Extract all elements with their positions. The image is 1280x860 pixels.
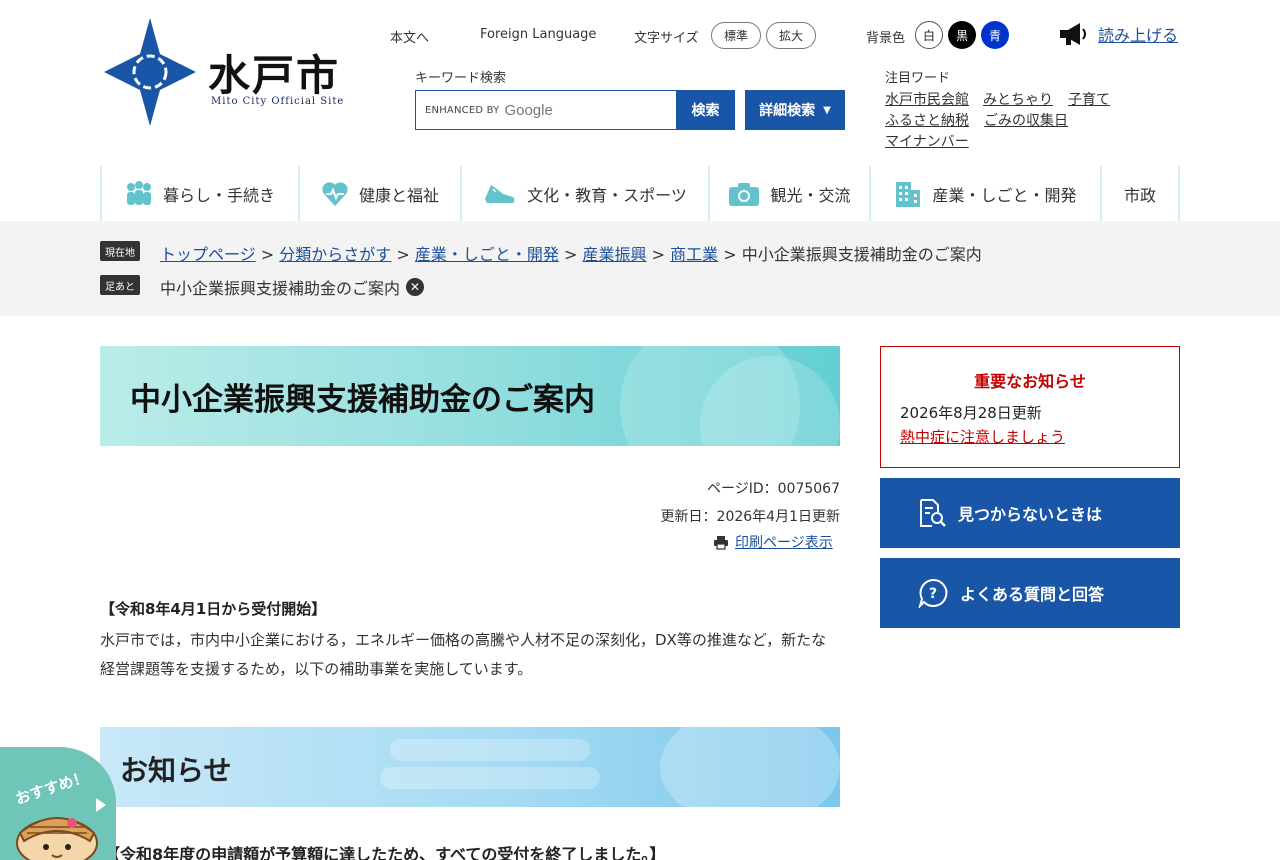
- read-aloud-button[interactable]: 読み上げる: [1058, 21, 1178, 47]
- building-icon: [896, 181, 921, 207]
- keyword-search-label: キーワード検索: [415, 71, 507, 86]
- lead-heading: 【令和8年4月1日から受付開始】: [100, 600, 327, 618]
- faq-label: よくある質問と回答: [960, 585, 1105, 604]
- question-bubble-icon: ?: [918, 578, 948, 608]
- history-tag: 足あと: [100, 275, 140, 295]
- bg-black-button[interactable]: 黒: [948, 21, 976, 49]
- nav-item-city-admin[interactable]: 市政: [1100, 166, 1180, 221]
- caret-down-icon: ▼: [823, 104, 831, 116]
- nav-label: 観光・交流: [770, 185, 851, 205]
- nav-label: 文化・教育・スポーツ: [527, 185, 687, 205]
- notice-section-banner: お知らせ: [100, 727, 840, 807]
- history-item-label[interactable]: 中小企業振興支援補助金のご案内: [160, 275, 400, 299]
- breadcrumb-link[interactable]: 産業振興: [583, 245, 647, 264]
- svg-text:?: ?: [929, 586, 937, 602]
- bg-blue-button[interactable]: 青: [981, 21, 1009, 49]
- faq-button[interactable]: ? よくある質問と回答: [880, 558, 1180, 628]
- not-found-button[interactable]: 見つからないときは: [880, 478, 1180, 548]
- site-subtitle: Mito City Official Site: [211, 96, 345, 107]
- font-size-large-button[interactable]: 拡大: [766, 22, 816, 49]
- focus-word-link[interactable]: 子育て: [1068, 89, 1110, 109]
- breadcrumb-current: 中小企業振興支援補助金のご案内: [741, 245, 982, 264]
- bg-white-button[interactable]: 白: [915, 21, 943, 49]
- search-enhanced-label: ENHANCED BY: [425, 104, 500, 116]
- nav-item-tourism[interactable]: 観光・交流: [708, 166, 869, 221]
- focus-word-link[interactable]: マイナンバー: [885, 131, 969, 151]
- focus-words-label: 注目ワード: [885, 71, 951, 86]
- nav-item-culture[interactable]: 文化・教育・スポーツ: [460, 166, 708, 221]
- people-icon: [126, 180, 151, 205]
- mascot-icon: [16, 817, 98, 860]
- breadcrumb-link[interactable]: 分類からさがす: [279, 245, 391, 264]
- read-aloud-label: 読み上げる: [1098, 26, 1179, 45]
- advanced-search-label: 詳細検索: [759, 103, 816, 119]
- current-location-tag: 現在地: [100, 241, 140, 261]
- important-notice-link[interactable]: 熱中症に注意しましょう: [900, 426, 1065, 447]
- breadcrumb: トップページ > 分類からさがす > 産業・しごと・開発 > 産業振興 > 商工…: [160, 241, 982, 265]
- important-notice-title: 重要なお知らせ: [974, 372, 1086, 391]
- megaphone-icon: [1060, 23, 1086, 45]
- breadcrumb-separator: >: [651, 245, 666, 264]
- notice-text: 【令和8年度の申請額が予算額に達したため、すべての受付を終了しました。】: [104, 845, 666, 860]
- font-size-label: 文字サイズ: [634, 31, 699, 46]
- page-title: 中小企業振興支援補助金のご案内: [130, 382, 595, 418]
- advanced-search-button[interactable]: 詳細検索 ▼: [745, 90, 845, 130]
- breadcrumb-link[interactable]: 産業・しごと・開発: [415, 245, 559, 264]
- font-size-standard-button[interactable]: 標準: [711, 22, 761, 49]
- focus-word-link[interactable]: ごみの収集日: [984, 110, 1068, 130]
- focus-word-link[interactable]: みとちゃり: [983, 89, 1053, 109]
- nav-item-industry[interactable]: 産業・しごと・開発: [869, 166, 1100, 221]
- print-page-link[interactable]: 印刷ページ表示: [713, 532, 833, 552]
- important-notice-box: 重要なお知らせ 2026年8月28日更新 熱中症に注意しましょう: [880, 346, 1180, 468]
- document-search-icon: [920, 499, 946, 527]
- mito-emblem-icon: [104, 18, 196, 126]
- camera-icon: [729, 182, 760, 206]
- breadcrumb-separator: >: [564, 245, 578, 264]
- global-nav: 暮らし・手続き 健康と福祉 文化・教育・スポーツ 観光・交流 産業・しごと・開発…: [100, 166, 1180, 221]
- printer-icon: [714, 535, 728, 550]
- nav-item-health[interactable]: 健康と福祉: [298, 166, 460, 221]
- breadcrumb-link[interactable]: トップページ: [160, 245, 256, 264]
- focus-word-link[interactable]: 水戸市民会館: [885, 89, 969, 109]
- skip-to-content-link[interactable]: 本文へ: [390, 27, 429, 46]
- site-name: 水戸市: [208, 51, 341, 100]
- bg-color-label: 背景色: [866, 31, 906, 46]
- page-id: ページID：0075067: [707, 481, 840, 497]
- breadcrumb-separator: >: [260, 245, 275, 264]
- nav-label: 市政: [1123, 185, 1156, 205]
- breadcrumb-separator: >: [723, 245, 737, 264]
- close-icon[interactable]: ✕: [406, 278, 425, 296]
- print-page-label: 印刷ページ表示: [735, 535, 833, 551]
- breadcrumb-band: [0, 221, 1280, 316]
- breadcrumb-separator: >: [396, 245, 410, 264]
- search-input[interactable]: ENHANCED BY Google: [415, 90, 677, 130]
- heart-icon: [322, 181, 348, 206]
- lead-paragraph: 水戸市では，市内中小企業における，エネルギー価格の高騰や人材不足の深刻化，DX等…: [100, 631, 827, 678]
- nav-label: 産業・しごと・開発: [932, 185, 1077, 205]
- site-logo[interactable]: 水戸市 Mito City Official Site: [100, 16, 343, 128]
- nav-item-living[interactable]: 暮らし・手続き: [100, 166, 298, 221]
- shoe-icon: [485, 184, 515, 203]
- nav-label: 暮らし・手続き: [162, 185, 275, 205]
- updated-date: 更新日：2026年4月1日更新: [660, 509, 840, 525]
- nav-label: 健康と福祉: [358, 185, 439, 205]
- not-found-label: 見つからないときは: [958, 505, 1103, 524]
- history-item: 中小企業振興支援補助金のご案内 ✕: [160, 275, 425, 299]
- search-button[interactable]: 検索: [676, 90, 735, 130]
- google-logo: Google: [504, 101, 553, 119]
- breadcrumb-link[interactable]: 商工業: [670, 245, 718, 264]
- notice-heading: お知らせ: [120, 754, 232, 787]
- page-title-banner: 中小企業振興支援補助金のご案内: [100, 346, 840, 446]
- important-notice-date: 2026年8月28日更新: [900, 404, 1042, 422]
- recommend-floating-button[interactable]: おすすめ！: [0, 747, 116, 860]
- foreign-language-link[interactable]: Foreign Language: [480, 27, 596, 42]
- focus-word-link[interactable]: ふるさと納税: [885, 110, 969, 130]
